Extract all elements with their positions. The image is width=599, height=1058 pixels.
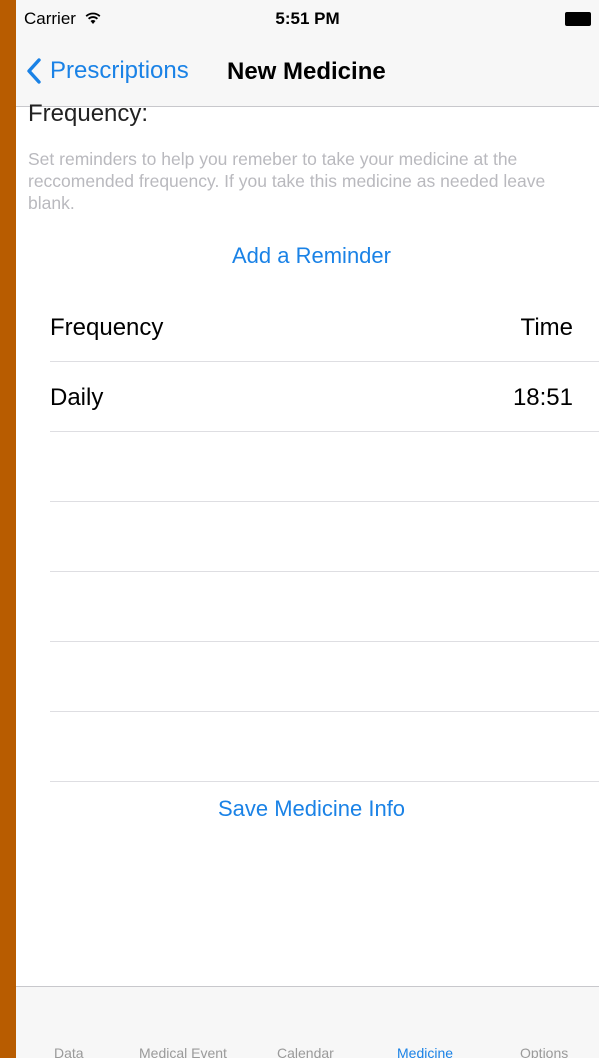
status-time: 5:51 PM: [275, 9, 340, 28]
table-header-row: Frequency Time: [50, 292, 599, 362]
status-bar: Carrier 5:51 PM: [16, 0, 599, 34]
frequency-helper-text: Set reminders to help you remeber to tak…: [28, 149, 546, 213]
tab-bar: Data Medical Event Calendar Medicine Opt…: [16, 986, 599, 1058]
tab-data[interactable]: Data: [54, 1045, 84, 1058]
empty-table-row: [50, 712, 599, 782]
navigation-bar: Prescriptions New Medicine: [16, 34, 599, 107]
frequency-column-header: Frequency: [50, 314, 164, 341]
back-button[interactable]: Prescriptions: [26, 54, 189, 88]
save-medicine-button[interactable]: Save Medicine Info: [16, 796, 599, 822]
empty-table-row: [50, 502, 599, 572]
empty-table-row: [50, 642, 599, 712]
add-reminder-button[interactable]: Add a Reminder: [16, 243, 599, 269]
back-label: Prescriptions: [50, 57, 189, 84]
battery-icon: [565, 12, 591, 26]
frequency-heading: Frequency:: [28, 100, 149, 127]
table-row[interactable]: Daily 18:51: [50, 362, 599, 432]
tab-options[interactable]: Options: [520, 1045, 568, 1058]
empty-table-row: [50, 432, 599, 502]
app-screen: Carrier 5:51 PM Prescriptions New Medici…: [16, 0, 599, 1058]
row-time: 18:51: [512, 384, 573, 411]
row-frequency: Daily: [50, 384, 104, 411]
chevron-left-icon: [27, 58, 41, 84]
time-column-header: Time: [520, 314, 573, 341]
tab-medical-event[interactable]: Medical Event: [139, 1045, 227, 1058]
empty-table-row: [50, 572, 599, 642]
tab-medicine[interactable]: Medicine: [397, 1045, 453, 1058]
page-title: New Medicine: [227, 58, 386, 85]
tab-calendar[interactable]: Calendar: [277, 1045, 334, 1058]
reminder-table: Frequency Time Daily 18:51: [50, 292, 599, 782]
